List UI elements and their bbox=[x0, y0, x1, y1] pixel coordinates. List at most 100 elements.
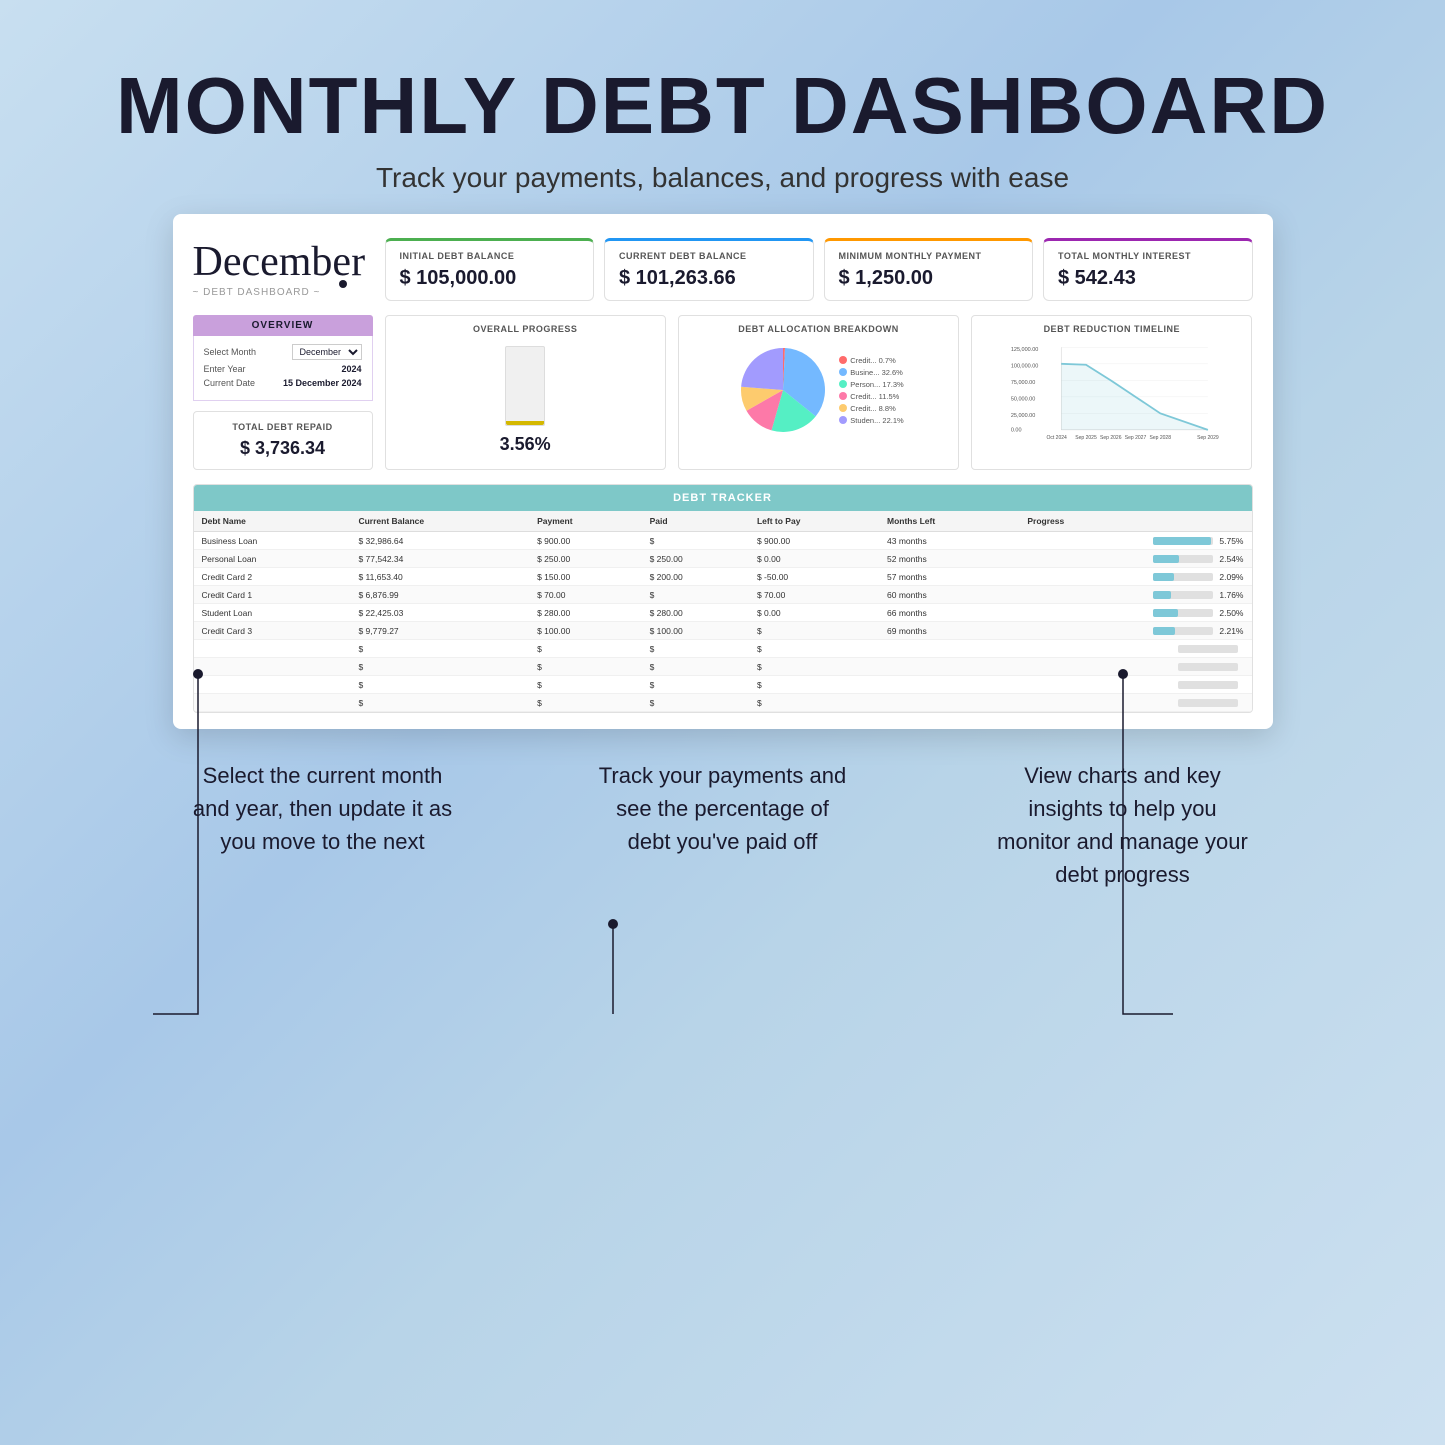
annotation-section: Select the current month and year, then … bbox=[173, 759, 1273, 891]
progress-pct-0: 5.75% bbox=[1219, 536, 1243, 546]
line-chart-wrapper: 125,000.00 100,000.00 75,000.00 50,000.0… bbox=[980, 340, 1243, 461]
cell-progress-9 bbox=[1019, 694, 1251, 712]
cell-balance-4: $ 22,425.03 bbox=[350, 604, 529, 622]
cell-name-4: Student Loan bbox=[194, 604, 351, 622]
cell-paid-5: $ 100.00 bbox=[642, 622, 749, 640]
cell-progress-1: 2.54% bbox=[1019, 550, 1251, 568]
progress-pct-2: 2.09% bbox=[1219, 572, 1243, 582]
col-progress: Progress bbox=[1019, 511, 1251, 532]
cell-left-9: $ bbox=[749, 694, 879, 712]
cell-paid-0: $ bbox=[642, 532, 749, 550]
col-paid: Paid bbox=[642, 511, 749, 532]
legend-item-2: Person... 17.3% bbox=[839, 380, 903, 389]
cell-left-5: $ bbox=[749, 622, 879, 640]
overview-header: OVERVIEW bbox=[193, 315, 373, 336]
cell-progress-2: 2.09% bbox=[1019, 568, 1251, 586]
total-repaid-label: TOTAL DEBT REPAID bbox=[204, 422, 362, 432]
cell-payment-6: $ bbox=[529, 640, 642, 658]
svg-text:0.00: 0.00 bbox=[1011, 428, 1022, 434]
progress-track-6 bbox=[1178, 645, 1238, 653]
cell-progress-6 bbox=[1019, 640, 1251, 658]
legend-label-5: Studen... 22.1% bbox=[850, 416, 903, 425]
pie-svg bbox=[733, 340, 833, 440]
overview-row-date: Current Date 15 December 2024 bbox=[204, 378, 362, 388]
legend-item-4: Credit... 8.8% bbox=[839, 404, 903, 413]
cell-balance-0: $ 32,986.64 bbox=[350, 532, 529, 550]
dashboard-card: December ~ DEBT DASHBOARD ~ INITIAL DEBT… bbox=[173, 214, 1273, 729]
cell-payment-7: $ bbox=[529, 658, 642, 676]
progress-cell-1: 2.54% bbox=[1027, 554, 1243, 564]
svg-text:50,000.00: 50,000.00 bbox=[1011, 397, 1035, 403]
tracker-header: DEBT TRACKER bbox=[194, 485, 1252, 511]
cell-progress-5: 2.21% bbox=[1019, 622, 1251, 640]
svg-text:75,000.00: 75,000.00 bbox=[1011, 380, 1035, 386]
annotation-left: Select the current month and year, then … bbox=[193, 759, 453, 891]
pie-chart-wrapper: Credit... 0.7% Busine... 32.6% Person...… bbox=[733, 340, 903, 440]
cell-progress-4: 2.50% bbox=[1019, 604, 1251, 622]
cell-left-3: $ 70.00 bbox=[749, 586, 879, 604]
cell-months-5: 69 months bbox=[879, 622, 1019, 640]
top-section: December ~ DEBT DASHBOARD ~ INITIAL DEBT… bbox=[193, 238, 1253, 301]
middle-section: OVERVIEW Select Month December Enter Yea… bbox=[193, 315, 1253, 470]
cell-months-4: 66 months bbox=[879, 604, 1019, 622]
cell-months-6 bbox=[879, 640, 1019, 658]
cell-balance-5: $ 9,779.27 bbox=[350, 622, 529, 640]
overall-progress-chart: OVERALL PROGRESS 3.56% bbox=[385, 315, 666, 470]
overview-row-month: Select Month December bbox=[204, 344, 362, 360]
svg-text:Sep 2026: Sep 2026 bbox=[1100, 435, 1122, 441]
svg-text:Sep 2028: Sep 2028 bbox=[1150, 435, 1172, 441]
progress-cell-5: 2.21% bbox=[1027, 626, 1243, 636]
cell-name-0: Business Loan bbox=[194, 532, 351, 550]
annotation-center: Track your payments and see the percenta… bbox=[593, 759, 853, 891]
cell-left-0: $ 900.00 bbox=[749, 532, 879, 550]
cell-left-2: $ -50.00 bbox=[749, 568, 879, 586]
progress-visual: 3.56% bbox=[394, 340, 657, 461]
progress-pct-1: 2.54% bbox=[1219, 554, 1243, 564]
select-month-label: Select Month bbox=[204, 347, 257, 357]
cell-name-7 bbox=[194, 658, 351, 676]
debt-reduction-title: DEBT REDUCTION TIMELINE bbox=[1044, 324, 1181, 334]
legend-dot-1 bbox=[839, 368, 847, 376]
cell-months-7 bbox=[879, 658, 1019, 676]
progress-track-5 bbox=[1153, 627, 1213, 635]
cell-name-5: Credit Card 3 bbox=[194, 622, 351, 640]
month-block: December ~ DEBT DASHBOARD ~ bbox=[193, 238, 373, 301]
charts-area: OVERALL PROGRESS 3.56% DEBT ALLOCATION B… bbox=[385, 315, 1253, 470]
cell-payment-0: $ 900.00 bbox=[529, 532, 642, 550]
table-row: Personal Loan $ 77,542.34 $ 250.00 $ 250… bbox=[194, 550, 1252, 568]
cell-name-3: Credit Card 1 bbox=[194, 586, 351, 604]
debt-tracker-table: Debt Name Current Balance Payment Paid L… bbox=[194, 511, 1252, 712]
legend-dot-3 bbox=[839, 392, 847, 400]
cell-paid-1: $ 250.00 bbox=[642, 550, 749, 568]
pie-segment-5 bbox=[741, 348, 783, 390]
line-svg: 125,000.00 100,000.00 75,000.00 50,000.0… bbox=[980, 340, 1243, 450]
cell-name-1: Personal Loan bbox=[194, 550, 351, 568]
cell-left-7: $ bbox=[749, 658, 879, 676]
cell-paid-3: $ bbox=[642, 586, 749, 604]
cell-balance-9: $ bbox=[350, 694, 529, 712]
cell-progress-8 bbox=[1019, 676, 1251, 694]
table-body: Business Loan $ 32,986.64 $ 900.00 $ $ 9… bbox=[194, 532, 1252, 712]
table-row: Credit Card 3 $ 9,779.27 $ 100.00 $ 100.… bbox=[194, 622, 1252, 640]
select-month-input[interactable]: December bbox=[292, 344, 362, 360]
page-subtitle: Track your payments, balances, and progr… bbox=[116, 162, 1329, 194]
legend-label-1: Busine... 32.6% bbox=[850, 368, 903, 377]
cell-payment-1: $ 250.00 bbox=[529, 550, 642, 568]
overall-progress-title: OVERALL PROGRESS bbox=[473, 324, 577, 334]
cell-months-8 bbox=[879, 676, 1019, 694]
table-row: $ $ $ $ bbox=[194, 658, 1252, 676]
current-date-label: Current Date bbox=[204, 378, 256, 388]
svg-text:25,000.00: 25,000.00 bbox=[1011, 413, 1035, 419]
cell-balance-2: $ 11,653.40 bbox=[350, 568, 529, 586]
kpi-label-3: TOTAL MONTHLY INTEREST bbox=[1058, 251, 1238, 261]
legend-dot-2 bbox=[839, 380, 847, 388]
legend-dot-5 bbox=[839, 416, 847, 424]
cell-payment-5: $ 100.00 bbox=[529, 622, 642, 640]
kpi-card-3: TOTAL MONTHLY INTEREST $ 542.43 bbox=[1043, 238, 1253, 301]
cell-payment-4: $ 280.00 bbox=[529, 604, 642, 622]
overview-row-year: Enter Year 2024 bbox=[204, 364, 362, 374]
progress-track-7 bbox=[1178, 663, 1238, 671]
col-left-to-pay: Left to Pay bbox=[749, 511, 879, 532]
cell-name-6 bbox=[194, 640, 351, 658]
col-months-left: Months Left bbox=[879, 511, 1019, 532]
